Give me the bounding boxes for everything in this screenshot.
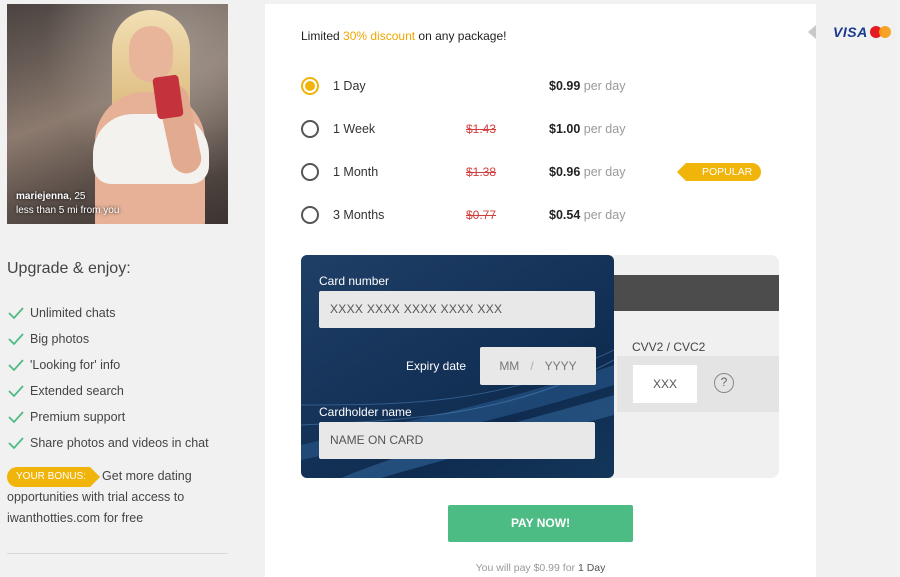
upgrade-title: Upgrade & enjoy:: [7, 260, 131, 277]
pay-now-button[interactable]: PAY NOW!: [448, 505, 633, 542]
check-icon: [8, 333, 24, 346]
card-front: Card number XXXX XXXX XXXX XXXX XXX Expi…: [301, 255, 614, 478]
feature-item: Big photos: [8, 326, 209, 352]
radio-button-selected[interactable]: [301, 77, 319, 95]
feature-item: Extended search: [8, 378, 209, 404]
radio-button[interactable]: [301, 163, 319, 181]
payment-summary: You will pay $0.99 for 1 Day: [475, 562, 606, 574]
discount-highlight: 30% discount: [343, 29, 416, 43]
feature-item: Premium support: [8, 404, 209, 430]
profile-age: , 25: [68, 191, 86, 202]
cvv-input[interactable]: XXX: [633, 365, 697, 403]
cardholder-name-label: Cardholder name: [319, 405, 412, 419]
visa-logo: VISA: [833, 24, 868, 40]
left-column: mariejenna, 25 less than 5 mi from you U…: [0, 0, 240, 577]
check-icon: [8, 437, 24, 450]
popular-badge: POPULAR: [676, 163, 762, 181]
check-icon: [8, 359, 24, 372]
cvv-label: CVV2 / CVC2: [632, 340, 706, 354]
expiry-month-input[interactable]: MM: [499, 347, 519, 385]
expiry-year-input[interactable]: YYYY: [545, 347, 577, 385]
package-option-1-week[interactable]: 1 Week $1.43 $1.00 per day: [301, 118, 771, 140]
check-icon: [8, 385, 24, 398]
feature-item: 'Looking for' info: [8, 352, 209, 378]
old-price: $0.77: [466, 208, 497, 222]
discount-banner: Limited 30% discount on any package!: [301, 29, 507, 43]
mastercard-icon: [870, 26, 892, 38]
check-icon: [8, 307, 24, 320]
check-icon: [8, 411, 24, 424]
profile-photo[interactable]: mariejenna, 25 less than 5 mi from you: [7, 4, 228, 224]
feature-list: Unlimited chats Big photos 'Looking for'…: [8, 300, 209, 456]
package-price: $1.00 per day: [549, 122, 626, 136]
help-icon[interactable]: ?: [714, 373, 734, 393]
package-price: $0.99 per day: [549, 79, 626, 93]
profile-distance: less than 5 mi from you: [16, 205, 120, 216]
expiry-date-label: Expiry date: [406, 359, 467, 373]
package-option-1-month[interactable]: 1 Month $1.38 $0.96 per day POPULAR: [301, 161, 771, 183]
package-name: 1 Week: [333, 122, 376, 136]
package-name: 3 Months: [333, 208, 385, 222]
bonus-block: YOUR BONUS: Get more dating opportunities…: [7, 466, 229, 529]
radio-button[interactable]: [301, 206, 319, 224]
feature-item: Unlimited chats: [8, 300, 209, 326]
payment-panel: Limited 30% discount on any package! 1 D…: [265, 4, 816, 577]
old-price: $1.38: [466, 165, 497, 179]
package-option-1-day[interactable]: 1 Day $0.99 per day: [301, 75, 771, 97]
package-price: $0.54 per day: [549, 208, 626, 222]
card-number-input[interactable]: XXXX XXXX XXXX XXXX XXX: [319, 291, 595, 328]
cardholder-name-input[interactable]: NAME ON CARD: [319, 422, 595, 459]
feature-item: Share photos and videos in chat: [8, 430, 209, 456]
profile-caption: mariejenna, 25 less than 5 mi from you: [16, 190, 119, 218]
package-option-3-months[interactable]: 3 Months $0.77 $0.54 per day: [301, 204, 771, 226]
bonus-badge: YOUR BONUS:: [7, 466, 101, 487]
card-number-label: Card number: [319, 274, 390, 288]
divider: [7, 553, 228, 554]
panel-pointer-icon: [808, 25, 816, 39]
radio-button[interactable]: [301, 120, 319, 138]
package-price: $0.96 per day: [549, 165, 626, 179]
expiry-date-input[interactable]: MM / YYYY: [480, 347, 596, 385]
profile-name: mariejenna: [16, 191, 69, 202]
expiry-separator: /: [530, 359, 534, 373]
package-name: 1 Month: [333, 165, 379, 179]
old-price: $1.43: [466, 122, 497, 136]
package-name: 1 Day: [333, 79, 366, 93]
